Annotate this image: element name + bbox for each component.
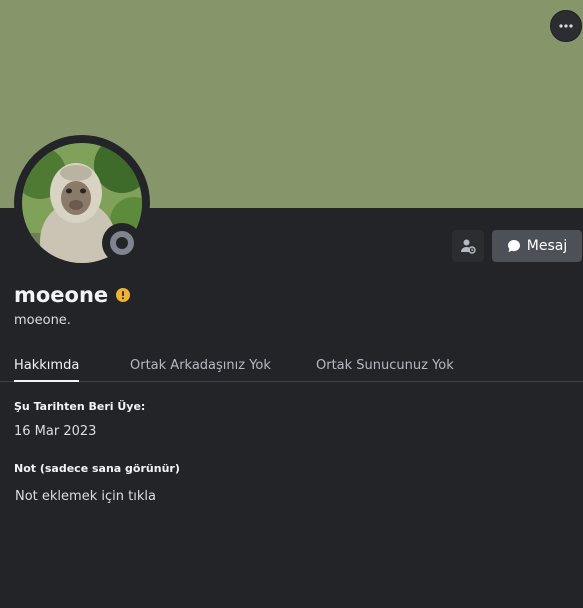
status-indicator <box>102 223 142 263</box>
message-button[interactable]: Mesaj <box>492 230 582 262</box>
add-friend-icon <box>461 239 476 254</box>
add-friend-button[interactable] <box>452 230 484 262</box>
warning-badge-icon[interactable] <box>116 288 131 302</box>
member-since-value: 16 Mar 2023 <box>14 424 97 439</box>
ellipsis-icon <box>559 24 573 28</box>
username: moeone. <box>14 313 71 328</box>
tab-about[interactable]: Hakkımda <box>14 358 80 382</box>
tab-mutual-friends[interactable]: Ortak Arkadaşınız Yok <box>130 358 271 380</box>
note-title: Not (sadece sana görünür) <box>14 462 180 475</box>
note-input[interactable] <box>14 484 571 508</box>
message-button-label: Mesaj <box>526 238 568 254</box>
member-since-title: Şu Tarihten Beri Üye: <box>14 400 146 413</box>
profile-tabs: Hakkımda Ortak Arkadaşınız Yok Ortak Sun… <box>14 358 583 382</box>
display-name-text: moeone <box>14 283 109 307</box>
chat-bubble-icon <box>507 240 520 252</box>
tab-mutual-servers[interactable]: Ortak Sunucunuz Yok <box>316 358 454 380</box>
display-name: moeone <box>14 283 131 307</box>
offline-status-icon <box>110 231 134 255</box>
avatar[interactable] <box>14 135 150 271</box>
more-options-button[interactable] <box>550 10 582 42</box>
